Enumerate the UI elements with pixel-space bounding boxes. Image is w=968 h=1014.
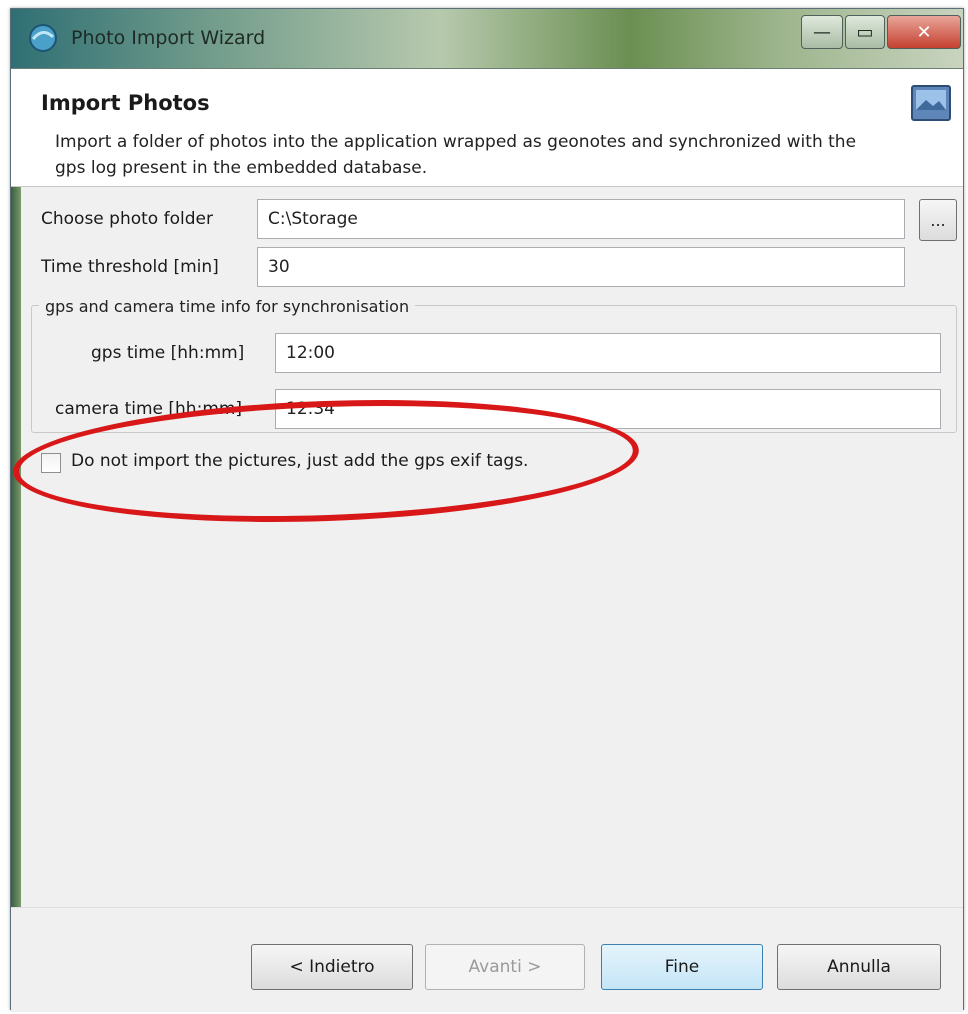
- page-description: Import a folder of photos into the appli…: [55, 132, 857, 178]
- wizard-banner: Import Photos Import a folder of photos …: [11, 69, 963, 187]
- wizard-content: Choose photo folder ... Time threshold […: [11, 187, 963, 907]
- cancel-button[interactable]: Annulla: [777, 944, 941, 990]
- window-title: Photo Import Wizard: [71, 27, 266, 49]
- maximize-button[interactable]: ▭: [845, 15, 885, 49]
- gps-time-input[interactable]: [275, 333, 941, 373]
- wizard-footer: < Indietro Avanti > Fine Annulla: [11, 907, 963, 1011]
- wizard-window: Photo Import Wizard — ▭ ✕ Import Photos …: [10, 8, 964, 1011]
- threshold-input[interactable]: [257, 247, 905, 287]
- folder-input[interactable]: [257, 199, 905, 239]
- threshold-label: Time threshold [min]: [41, 257, 219, 277]
- title-bar[interactable]: Photo Import Wizard — ▭ ✕: [11, 9, 963, 69]
- minimize-button[interactable]: —: [801, 15, 843, 49]
- page-title: Import Photos: [41, 91, 210, 115]
- close-button[interactable]: ✕: [887, 15, 961, 49]
- browse-button[interactable]: ...: [919, 199, 957, 241]
- app-icon: [29, 24, 57, 52]
- folder-label: Choose photo folder: [41, 209, 213, 229]
- sync-group-label: gps and camera time info for synchronisa…: [39, 297, 416, 316]
- finish-button[interactable]: Fine: [601, 944, 763, 990]
- next-button[interactable]: Avanti >: [425, 944, 585, 990]
- gps-time-label: gps time [hh:mm]: [91, 343, 245, 363]
- photo-icon: [911, 85, 951, 121]
- back-button[interactable]: < Indietro: [251, 944, 413, 990]
